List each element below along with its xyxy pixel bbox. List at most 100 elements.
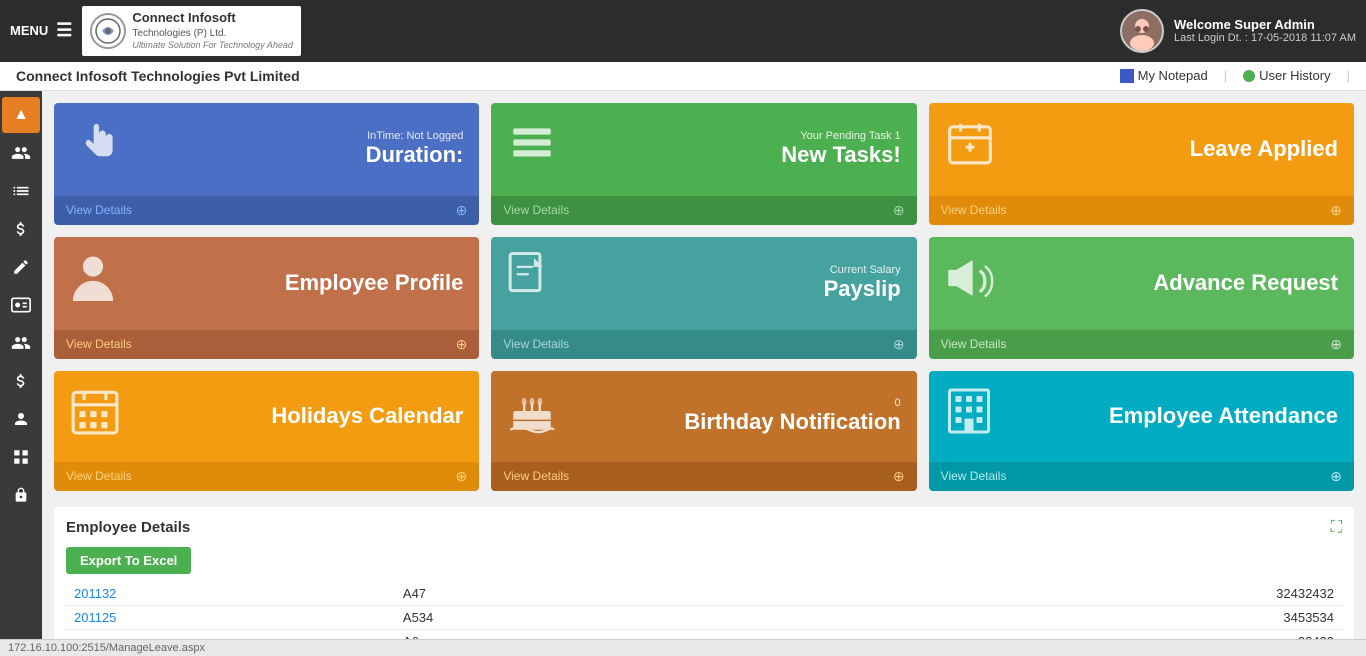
sidebar-item-home[interactable]: ▲	[2, 97, 40, 133]
sidebar-item-dollar2[interactable]	[2, 363, 40, 399]
card-body-advance: Advance Request	[929, 237, 1354, 330]
card-text-birthday: 0 Birthday Notification	[684, 397, 900, 435]
card-text-advance: Advance Request	[1153, 270, 1338, 296]
card-footer-profile[interactable]: View Details ⊕	[54, 330, 479, 359]
card-view-birthday[interactable]: View Details	[503, 469, 569, 483]
card-holidays[interactable]: Holidays Calendar View Details ⊕	[54, 371, 479, 491]
logo-brand: Connect Infosoft	[132, 10, 292, 27]
card-view-tasks[interactable]: View Details	[503, 203, 569, 217]
card-text-tasks: Your Pending Task 1 New Tasks!	[781, 130, 900, 168]
main-content: InTime: Not Logged Duration: View Detail…	[42, 91, 1366, 639]
card-text-leave: Leave Applied	[1190, 136, 1338, 162]
card-birthday[interactable]: 0 Birthday Notification View Details ⊕	[491, 371, 916, 491]
card-body-leave: Leave Applied	[929, 103, 1354, 196]
emp-value-2: 3453534	[926, 605, 1342, 629]
welcome-text: Welcome Super Admin	[1174, 17, 1356, 32]
card-body-tasks: Your Pending Task 1 New Tasks!	[491, 103, 916, 196]
card-body-payslip: Current Salary Payslip	[491, 237, 916, 330]
employee-section: Employee Details ⛶ Export To Excel 20113…	[54, 507, 1354, 639]
card-text-profile: Employee Profile	[285, 270, 464, 296]
sidebar-item-list[interactable]	[2, 173, 40, 209]
card-advance-request[interactable]: Advance Request View Details ⊕	[929, 237, 1354, 359]
card-text-holidays: Holidays Calendar	[271, 403, 463, 429]
logo-text: Connect Infosoft Technologies (P) Ltd. U…	[132, 10, 292, 52]
sidebar-item-profile[interactable]	[2, 401, 40, 437]
card-footer-emp-attendance[interactable]: View Details ⊕	[929, 462, 1354, 491]
expand-icon[interactable]: ⛶	[1331, 519, 1342, 537]
sidebar-item-people2[interactable]	[2, 325, 40, 361]
card-footer-holidays[interactable]: View Details ⊕	[54, 462, 479, 491]
emp-col4-1	[746, 582, 836, 606]
emp-value-3: 33433	[926, 629, 1342, 639]
notepad-icon	[1120, 69, 1134, 83]
calendar-grid-icon	[70, 386, 120, 447]
arrow-icon-leave: ⊕	[1330, 202, 1342, 219]
card-subtitle-payslip: Current Salary	[824, 264, 901, 276]
sidebar-item-id[interactable]	[2, 287, 40, 323]
hand-icon	[70, 117, 124, 182]
notepad-link[interactable]: My Notepad	[1120, 68, 1208, 83]
arrow-icon-attendance: ⊕	[456, 202, 468, 219]
logo-tagline: Ultimate Solution For Technology Ahead	[132, 40, 292, 52]
user-history-link[interactable]: User History	[1243, 68, 1331, 83]
card-view-leave[interactable]: View Details	[941, 203, 1007, 217]
emp-id-2[interactable]: 201125	[66, 605, 395, 629]
emp-col5-3	[836, 629, 926, 639]
arrow-icon-birthday: ⊕	[893, 468, 905, 485]
logo-box: Connect Infosoft Technologies (P) Ltd. U…	[82, 6, 300, 56]
sidebar-item-users[interactable]	[2, 135, 40, 171]
sidebar-item-lock[interactable]	[2, 477, 40, 513]
arrow-icon-tasks: ⊕	[893, 202, 905, 219]
card-footer-birthday[interactable]: View Details ⊕	[491, 462, 916, 491]
logo-sub: Technologies (P) Ltd.	[132, 27, 292, 40]
card-leave-applied[interactable]: Leave Applied View Details ⊕	[929, 103, 1354, 225]
emp-col4-3	[746, 629, 836, 639]
card-footer-leave[interactable]: View Details ⊕	[929, 196, 1354, 225]
sidebar-item-grid[interactable]	[2, 439, 40, 475]
avatar	[1120, 9, 1164, 53]
url-text: 172.16.10.100:2515/ManageLeave.aspx	[8, 642, 205, 654]
card-attendance[interactable]: InTime: Not Logged Duration: View Detail…	[54, 103, 479, 225]
emp-code-3: A6	[395, 629, 656, 639]
emp-id-1[interactable]: 201132	[66, 582, 395, 606]
emp-code-2: A534	[395, 605, 656, 629]
card-employee-attendance[interactable]: Employee Attendance View Details ⊕	[929, 371, 1354, 491]
card-employee-profile[interactable]: Employee Profile View Details ⊕	[54, 237, 479, 359]
emp-col5-1	[836, 582, 926, 606]
card-view-holidays[interactable]: View Details	[66, 469, 132, 483]
sidebar-item-edit[interactable]	[2, 249, 40, 285]
emp-id-3[interactable]	[66, 629, 395, 639]
card-footer-tasks[interactable]: View Details ⊕	[491, 196, 916, 225]
divider-1: |	[1224, 68, 1227, 83]
emp-value-1: 32432432	[926, 582, 1342, 606]
card-footer-payslip[interactable]: View Details ⊕	[491, 330, 916, 359]
card-view-attendance[interactable]: View Details	[66, 203, 132, 217]
url-bar: 172.16.10.100:2515/ManageLeave.aspx	[0, 639, 1366, 656]
card-text-emp-attendance: Employee Attendance	[1109, 403, 1338, 429]
card-new-tasks[interactable]: Your Pending Task 1 New Tasks! View Deta…	[491, 103, 916, 225]
card-view-payslip[interactable]: View Details	[503, 337, 569, 351]
menu-label: MENU	[10, 23, 48, 38]
card-view-emp-attendance[interactable]: View Details	[941, 469, 1007, 483]
employee-table: 201132 A47 32432432 201125 A534 3453534	[66, 582, 1342, 639]
avatar-svg	[1122, 11, 1162, 51]
export-to-excel-button[interactable]: Export To Excel	[66, 547, 191, 574]
card-body-birthday: 0 Birthday Notification	[491, 371, 916, 462]
card-payslip[interactable]: Current Salary Payslip View Details ⊕	[491, 237, 916, 359]
person-icon	[70, 251, 116, 316]
hamburger-icon[interactable]: ☰	[56, 20, 72, 41]
card-footer-advance[interactable]: View Details ⊕	[929, 330, 1354, 359]
sidebar-item-dollar[interactable]	[2, 211, 40, 247]
sub-header-right: My Notepad | User History |	[1120, 68, 1350, 83]
view-details-holidays: View Details	[66, 469, 132, 483]
card-title-leave: Leave Applied	[1190, 136, 1338, 162]
card-view-profile[interactable]: View Details	[66, 337, 132, 351]
card-view-advance[interactable]: View Details	[941, 337, 1007, 351]
tasks-icon	[507, 119, 557, 180]
card-footer-attendance[interactable]: View Details ⊕	[54, 196, 479, 225]
card-title-birthday: Birthday Notification	[684, 409, 900, 435]
view-details-attendance: View Details	[66, 203, 132, 217]
emp-col5-2	[836, 605, 926, 629]
user-history-label: User History	[1259, 68, 1331, 83]
emp-col3-1	[656, 582, 746, 606]
